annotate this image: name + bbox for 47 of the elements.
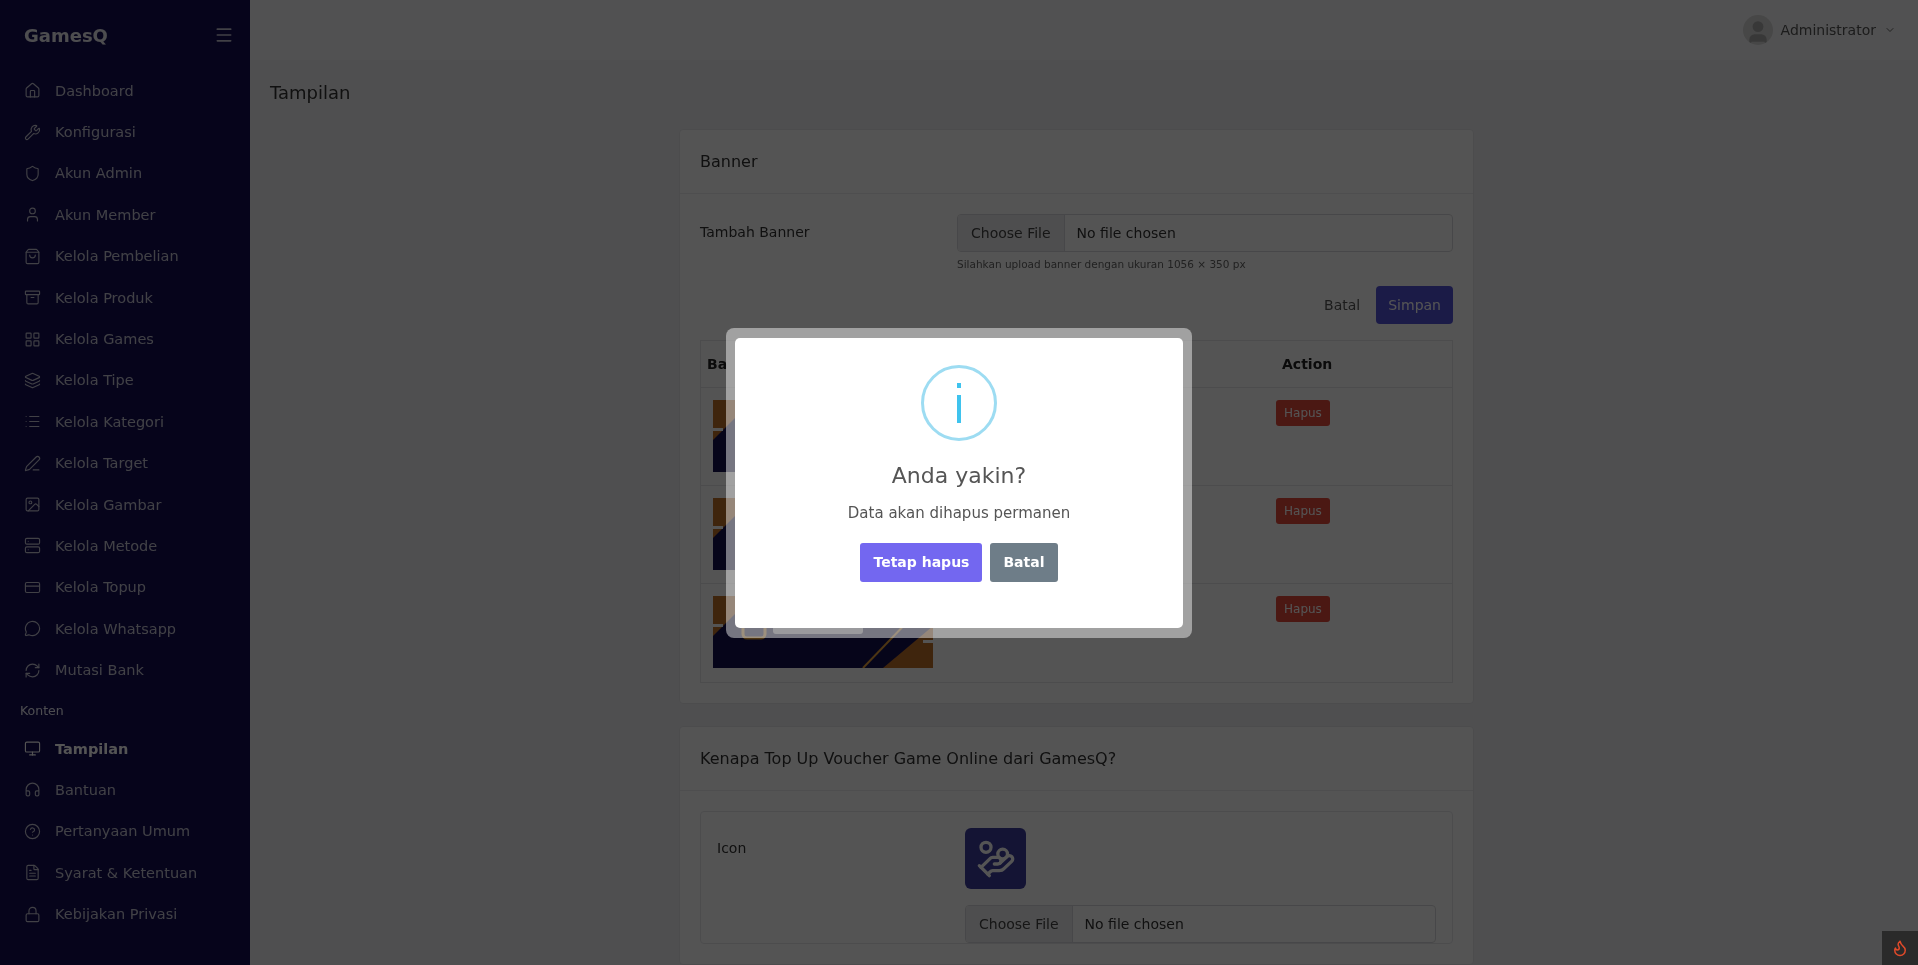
file-status: No file chosen bbox=[1083, 916, 1185, 932]
menu-icon[interactable] bbox=[214, 25, 234, 45]
brand-logo: GamesQ bbox=[24, 24, 108, 46]
menu-item-icon bbox=[24, 620, 41, 638]
menu-item-icon bbox=[24, 164, 41, 182]
menu-item-icon bbox=[24, 661, 41, 679]
avatar-icon[interactable] bbox=[1742, 15, 1773, 45]
file-status: No file chosen bbox=[1075, 225, 1177, 241]
sidebar-item[interactable]: Tampilan bbox=[0, 727, 250, 770]
dialog-title: Anda yakin? bbox=[891, 462, 1027, 488]
menu-item-icon bbox=[24, 289, 41, 307]
cancel-button[interactable]: Batal bbox=[990, 542, 1058, 582]
cancel-link[interactable]: Batal bbox=[1324, 297, 1361, 313]
column-header: Ba bbox=[706, 356, 729, 372]
menu-item-icon bbox=[24, 905, 41, 923]
hand-coin-icon bbox=[965, 828, 1026, 889]
dialog-message: Data akan dihapus permanen bbox=[847, 503, 1071, 522]
file-input[interactable]: Choose File No file chosen bbox=[957, 214, 1453, 252]
menu-item-icon bbox=[24, 537, 41, 555]
file-input[interactable]: Choose File No file chosen bbox=[965, 905, 1436, 943]
menu-item-icon bbox=[24, 781, 41, 799]
menu-item-icon bbox=[24, 330, 41, 348]
flame-icon[interactable] bbox=[1882, 931, 1918, 965]
menu-item-icon bbox=[24, 82, 41, 100]
field-label: Tambah Banner bbox=[700, 223, 811, 242]
info-icon bbox=[921, 364, 997, 441]
choose-file-button[interactable]: Choose File bbox=[966, 906, 1073, 942]
menu-item-icon bbox=[24, 123, 41, 141]
menu-item-icon bbox=[24, 864, 41, 882]
menu-item-icon bbox=[24, 371, 41, 389]
choose-file-button[interactable]: Choose File bbox=[958, 215, 1065, 251]
menu-item-icon bbox=[24, 454, 41, 472]
confirm-button[interactable]: Tetap hapus bbox=[860, 542, 983, 582]
delete-button[interactable]: Hapus bbox=[1276, 498, 1330, 524]
page-title: Tampilan bbox=[270, 82, 352, 103]
card-title: Kenapa Top Up Voucher Game Online dari GamesQ? bbox=[680, 727, 1473, 791]
column-header: Action bbox=[1281, 356, 1334, 372]
card-title: Banner bbox=[680, 130, 1473, 194]
field-label: Icon bbox=[717, 839, 748, 858]
menu-item-icon bbox=[24, 740, 41, 758]
delete-button[interactable]: Hapus bbox=[1276, 596, 1330, 622]
menu-item-icon bbox=[24, 206, 41, 224]
menu-item-icon bbox=[24, 496, 41, 514]
section-label: Konten bbox=[20, 702, 64, 718]
delete-button[interactable]: Hapus bbox=[1276, 400, 1330, 426]
menu-item-icon bbox=[24, 822, 41, 840]
menu-item-icon bbox=[24, 247, 41, 265]
